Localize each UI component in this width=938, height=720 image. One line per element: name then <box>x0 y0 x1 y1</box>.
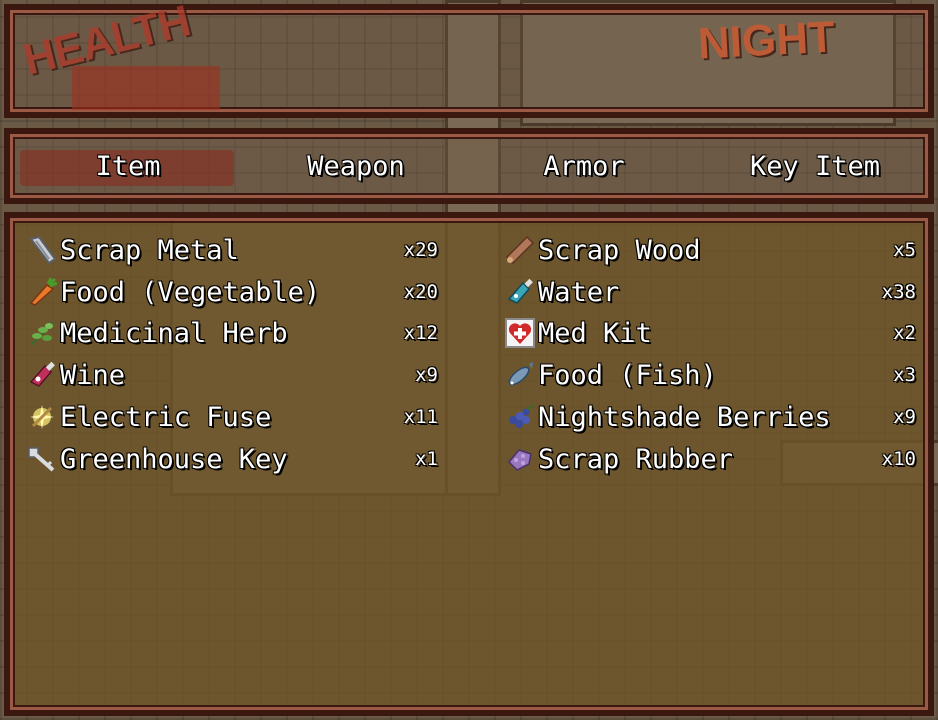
water-bottle-icon <box>502 274 538 310</box>
tab-key-item[interactable]: Key Item <box>722 147 908 187</box>
herb-icon <box>24 315 60 351</box>
list-item[interactable]: Med Kit x2 <box>502 314 916 352</box>
item-quantity: x1 <box>415 448 438 470</box>
item-name: Food (Vegetable) <box>60 276 321 308</box>
item-quantity: x5 <box>893 239 916 261</box>
item-name: Med Kit <box>538 317 652 349</box>
key-icon <box>24 441 60 477</box>
tab-weapon[interactable]: Weapon <box>266 147 446 187</box>
item-quantity: x2 <box>893 322 916 344</box>
item-name: Wine <box>60 359 126 391</box>
tab-armor[interactable]: Armor <box>494 147 674 187</box>
fuse-icon <box>24 399 60 435</box>
list-item[interactable]: Electric Fuse x11 <box>24 398 438 436</box>
list-item[interactable]: Scrap Rubber x10 <box>502 440 916 478</box>
item-quantity: x9 <box>893 406 916 428</box>
wine-bottle-icon <box>24 357 60 393</box>
item-quantity: x38 <box>881 281 916 303</box>
night-logo: NIGHT <box>696 12 837 69</box>
list-item[interactable]: Food (Fish) x3 <box>502 356 916 394</box>
wood-icon <box>502 232 538 268</box>
item-name: Medicinal Herb <box>60 317 288 349</box>
item-quantity: x29 <box>403 239 438 261</box>
item-name: Electric Fuse <box>60 401 272 433</box>
list-item[interactable]: Medicinal Herb x12 <box>24 314 438 352</box>
item-name: Water <box>538 276 620 308</box>
item-name: Scrap Rubber <box>538 443 734 475</box>
item-name: Nightshade Berries <box>538 401 831 433</box>
list-item[interactable]: Food (Vegetable) x20 <box>24 273 438 311</box>
item-quantity: x11 <box>403 406 438 428</box>
list-item[interactable]: Scrap Metal x29 <box>24 231 438 269</box>
scrap-metal-icon <box>24 232 60 268</box>
item-quantity: x9 <box>415 364 438 386</box>
item-name: Greenhouse Key <box>60 443 288 475</box>
carrot-icon <box>24 274 60 310</box>
item-quantity: x12 <box>403 322 438 344</box>
rubber-icon <box>502 441 538 477</box>
item-name: Food (Fish) <box>538 359 717 391</box>
list-item[interactable]: Nightshade Berries x9 <box>502 398 916 436</box>
item-quantity: x10 <box>881 448 916 470</box>
item-name: Scrap Wood <box>538 234 701 266</box>
item-quantity: x20 <box>403 281 438 303</box>
list-item[interactable]: Greenhouse Key x1 <box>24 440 438 478</box>
item-quantity: x3 <box>893 364 916 386</box>
item-name: Scrap Metal <box>60 234 239 266</box>
list-item[interactable]: Scrap Wood x5 <box>502 231 916 269</box>
tab-item[interactable]: Item <box>38 147 218 187</box>
list-item[interactable]: Wine x9 <box>24 356 438 394</box>
berries-icon <box>502 399 538 435</box>
list-item[interactable]: Water x38 <box>502 273 916 311</box>
fish-icon <box>502 357 538 393</box>
health-bar <box>72 66 220 110</box>
medkit-icon <box>502 315 538 351</box>
